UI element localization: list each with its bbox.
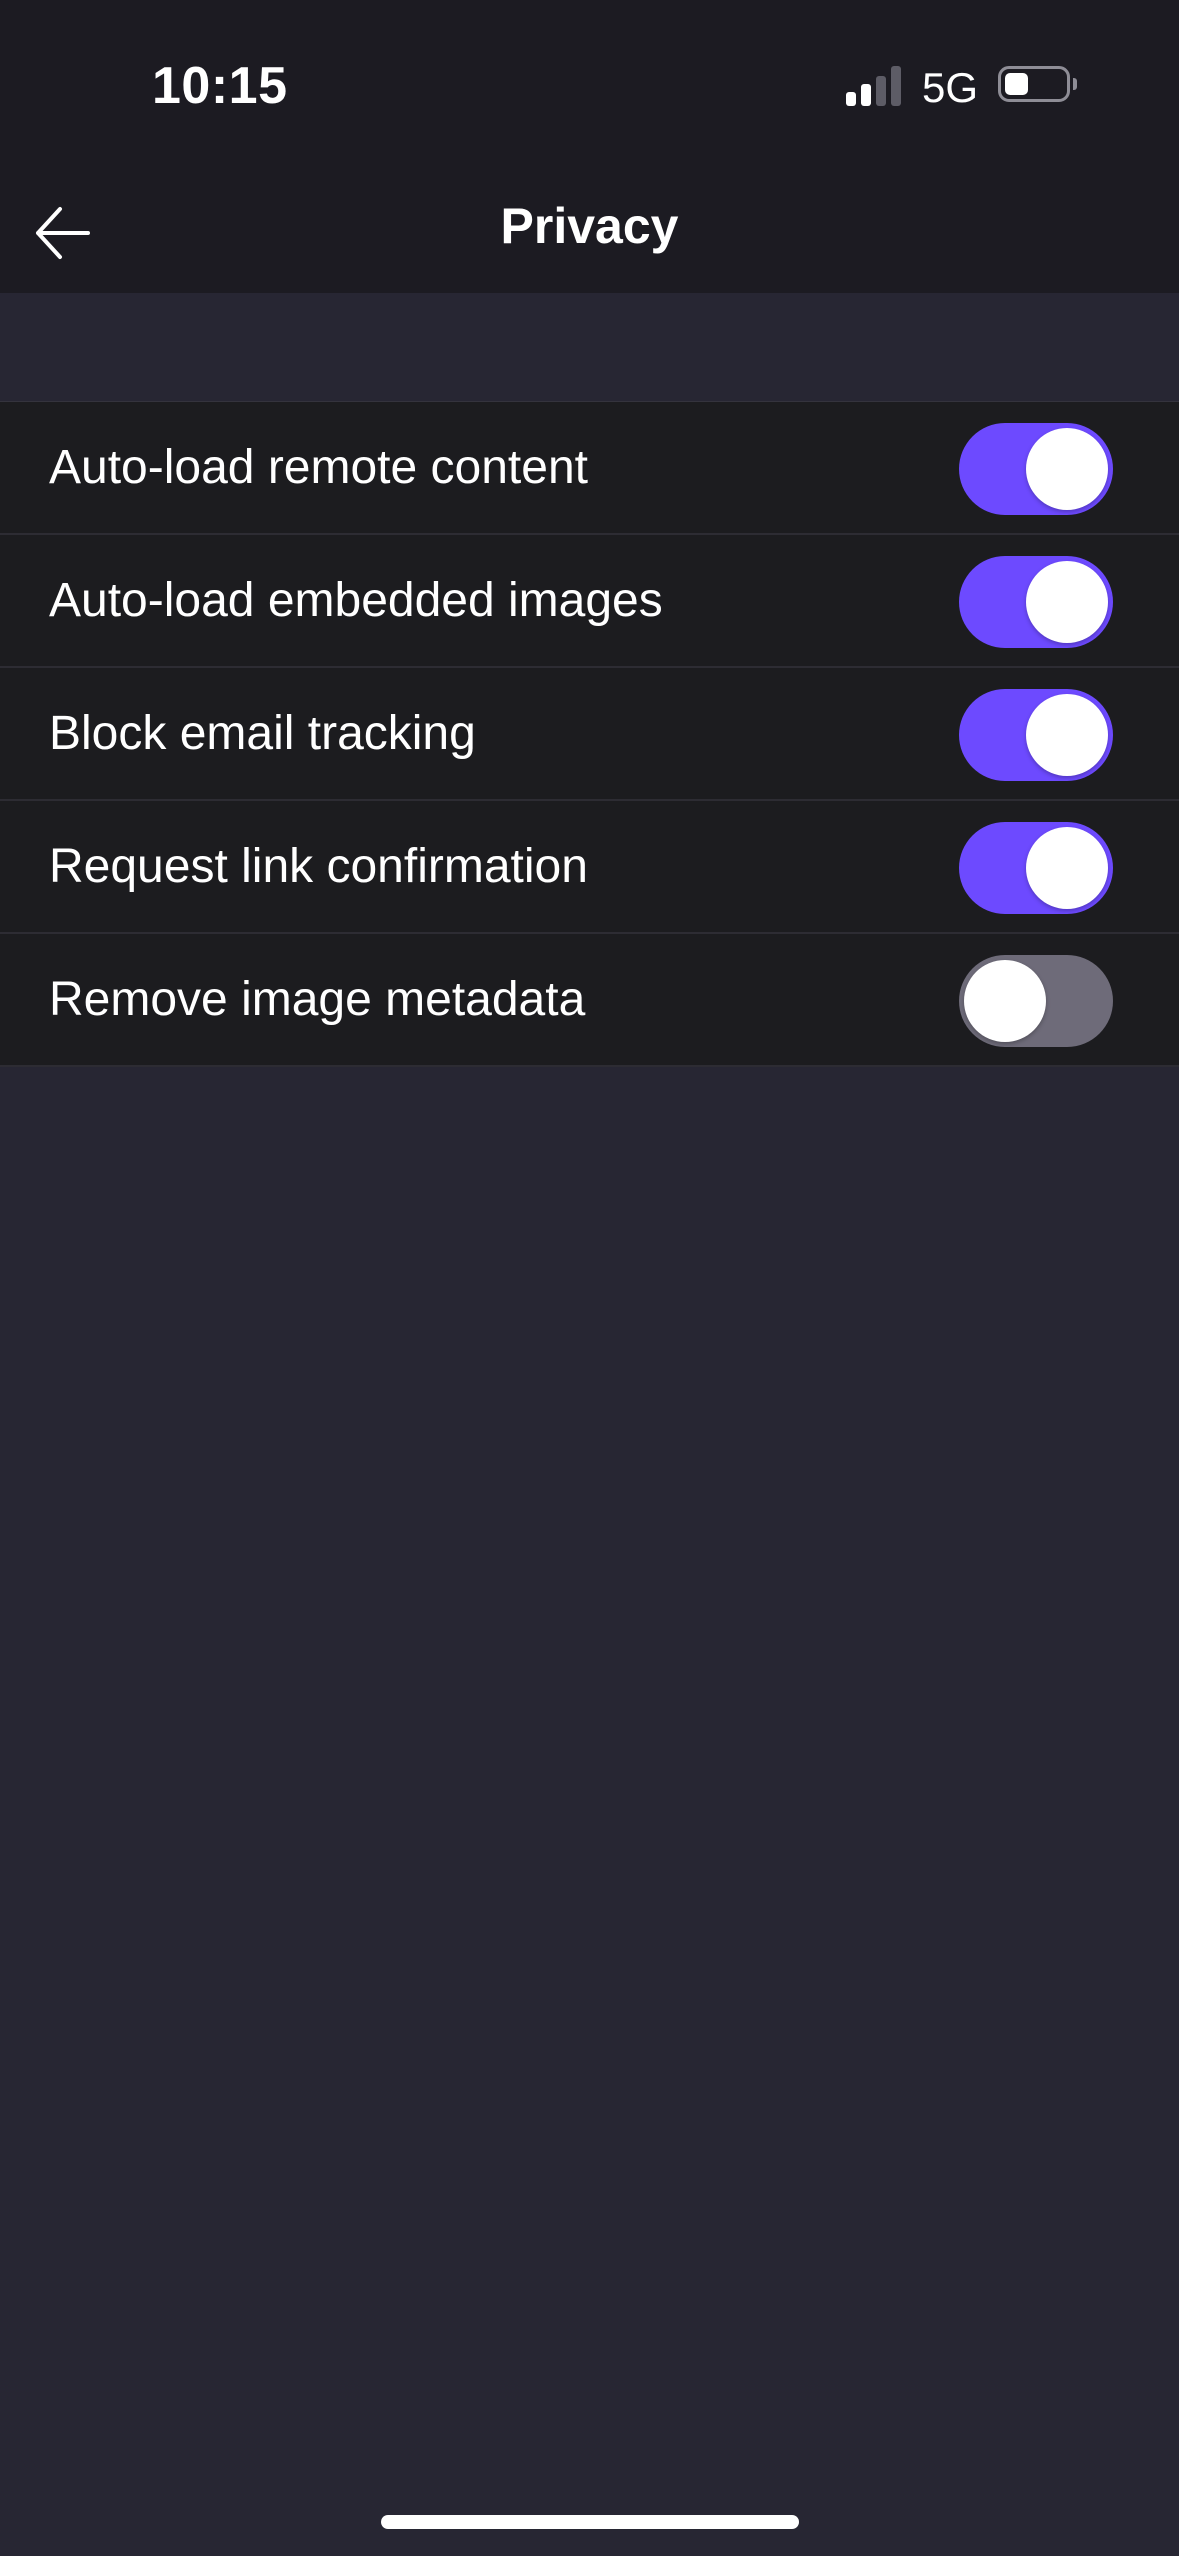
setting-row-block-email-tracking: Block email tracking bbox=[0, 668, 1179, 801]
setting-row-remove-image-metadata: Remove image metadata bbox=[0, 934, 1179, 1067]
toggle-knob bbox=[1026, 428, 1108, 510]
toggle-knob bbox=[1026, 561, 1108, 643]
toggle-switch[interactable] bbox=[959, 955, 1113, 1047]
page-title: Privacy bbox=[500, 198, 679, 254]
toggle-switch[interactable] bbox=[959, 822, 1113, 914]
toggle-knob bbox=[964, 960, 1046, 1042]
section-spacer bbox=[0, 293, 1179, 401]
setting-label: Block email tracking bbox=[49, 707, 476, 760]
status-time: 10:15 bbox=[152, 57, 288, 115]
setting-label: Remove image metadata bbox=[49, 973, 586, 1026]
toggle-switch[interactable] bbox=[959, 556, 1113, 648]
setting-row-auto-load-remote-content: Auto-load remote content bbox=[0, 402, 1179, 535]
battery-icon bbox=[998, 66, 1077, 106]
toggle-knob bbox=[1026, 827, 1108, 909]
status-bar: 10:15 5G bbox=[0, 0, 1179, 175]
home-indicator[interactable] bbox=[381, 2515, 799, 2529]
settings-list: Auto-load remote content Auto-load embed… bbox=[0, 401, 1179, 1067]
setting-label: Auto-load remote content bbox=[49, 441, 588, 494]
toggle-switch[interactable] bbox=[959, 689, 1113, 781]
toggle-switch[interactable] bbox=[959, 423, 1113, 515]
network-type: 5G bbox=[922, 64, 979, 111]
signal-icon bbox=[846, 66, 904, 106]
navigation-bar: Privacy bbox=[0, 175, 1179, 293]
setting-row-auto-load-embedded-images: Auto-load embedded images bbox=[0, 535, 1179, 668]
setting-label: Auto-load embedded images bbox=[49, 574, 663, 627]
setting-row-request-link-confirmation: Request link confirmation bbox=[0, 801, 1179, 934]
toggle-knob bbox=[1026, 694, 1108, 776]
setting-label: Request link confirmation bbox=[49, 840, 588, 893]
